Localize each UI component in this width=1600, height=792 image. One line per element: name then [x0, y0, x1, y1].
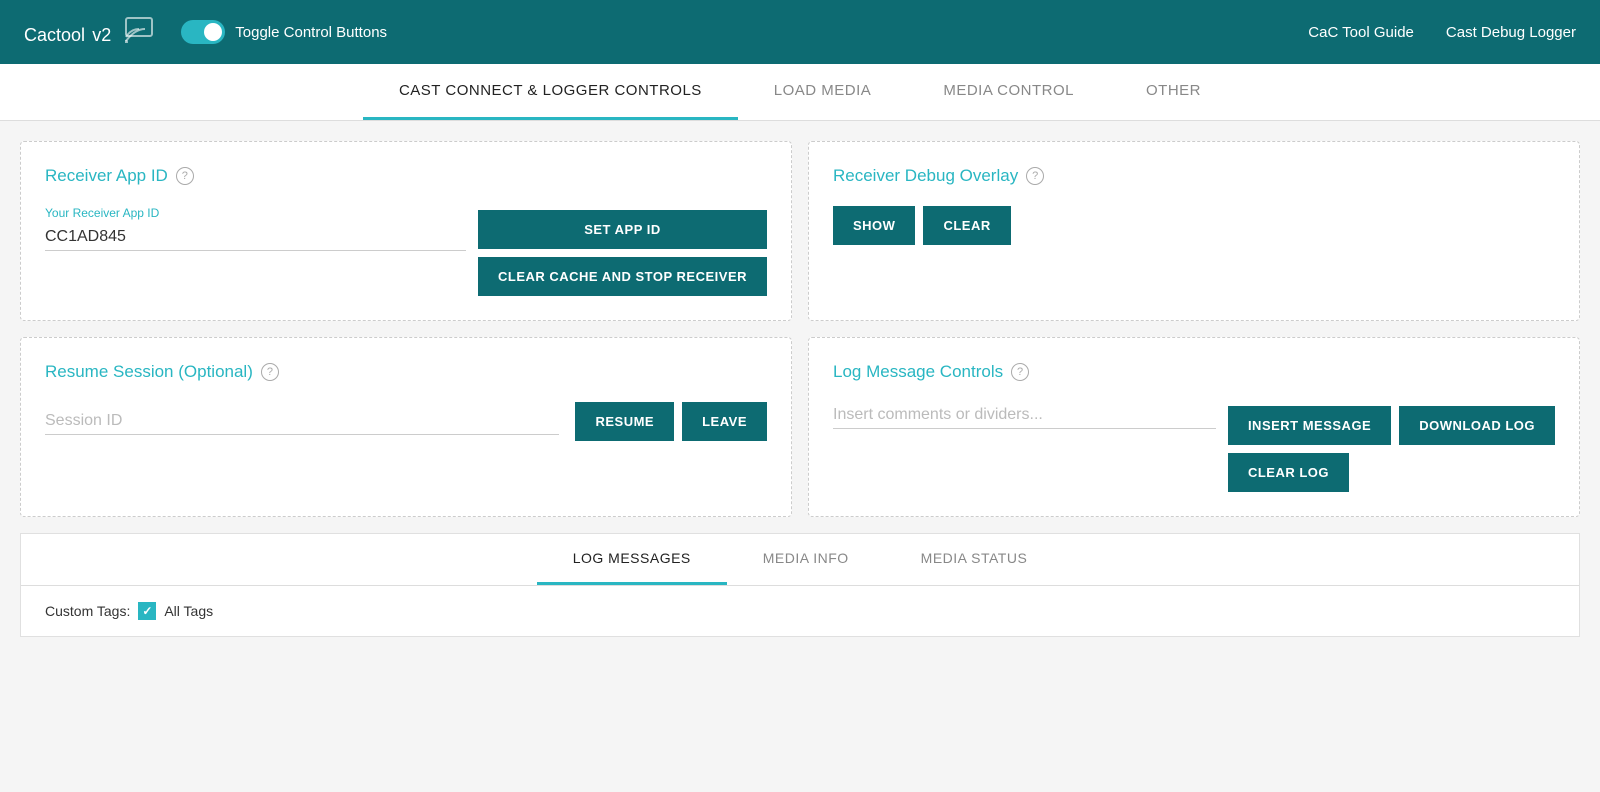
bottom-tabs: LOG MESSAGES MEDIA INFO MEDIA STATUS	[21, 534, 1579, 586]
resume-session-body: RESUME LEAVE	[45, 402, 767, 441]
header-right: CaC Tool Guide Cast Debug Logger	[1308, 24, 1576, 41]
receiver-app-id-card: Receiver App ID ? Your Receiver App ID S…	[20, 141, 792, 321]
bottom-content: Custom Tags: All Tags	[21, 586, 1579, 636]
resume-session-card: Resume Session (Optional) ? RESUME LEAVE	[20, 337, 792, 517]
clear-cache-stop-receiver-button[interactable]: CLEAR CACHE AND STOP RECEIVER	[478, 257, 767, 296]
receiver-debug-card: Receiver Debug Overlay ? SHOW CLEAR	[808, 141, 1580, 321]
session-id-input-group	[45, 408, 559, 435]
nav-tabs: CAST CONNECT & LOGGER CONTROLS LOAD MEDI…	[0, 64, 1600, 121]
header-left: Cactool v2 Toggle Control Buttons	[24, 15, 387, 50]
receiver-app-id-help-icon[interactable]: ?	[176, 167, 194, 185]
receiver-debug-help-icon[interactable]: ?	[1026, 167, 1044, 185]
show-button[interactable]: SHOW	[833, 206, 915, 245]
receiver-debug-btn-row: SHOW CLEAR	[833, 206, 1555, 245]
receiver-app-id-title: Receiver App ID ?	[45, 166, 767, 186]
clear-log-button[interactable]: CLEAR LOG	[1228, 453, 1349, 492]
log-btn-row-top: INSERT MESSAGE DOWNLOAD LOG	[1228, 406, 1555, 445]
log-comment-input-group	[833, 402, 1216, 429]
toggle-label: Toggle Control Buttons	[235, 24, 387, 41]
all-tags-checkbox[interactable]	[138, 602, 156, 620]
receiver-app-id-input[interactable]	[45, 224, 466, 251]
custom-tags-label: Custom Tags:	[45, 603, 130, 619]
tab-media-control[interactable]: MEDIA CONTROL	[907, 64, 1110, 120]
receiver-app-id-input-group: Your Receiver App ID	[45, 206, 466, 251]
receiver-app-id-input-label: Your Receiver App ID	[45, 206, 466, 220]
download-log-button[interactable]: DOWNLOAD LOG	[1399, 406, 1555, 445]
toggle-control-buttons[interactable]	[181, 20, 225, 44]
receiver-app-id-body: Your Receiver App ID SET APP ID CLEAR CA…	[45, 206, 767, 296]
tab-log-messages[interactable]: LOG MESSAGES	[537, 534, 727, 585]
log-comment-input[interactable]	[833, 402, 1216, 429]
main-content: Receiver App ID ? Your Receiver App ID S…	[0, 121, 1600, 657]
app-header: Cactool v2 Toggle Control Buttons CaC To…	[0, 0, 1600, 64]
cards-grid: Receiver App ID ? Your Receiver App ID S…	[20, 141, 1580, 517]
tab-media-status[interactable]: MEDIA STATUS	[885, 534, 1064, 585]
session-btn-row: RESUME LEAVE	[575, 402, 767, 441]
toggle-area: Toggle Control Buttons	[181, 20, 387, 44]
log-btn-group: INSERT MESSAGE DOWNLOAD LOG CLEAR LOG	[1228, 406, 1555, 492]
session-id-input[interactable]	[45, 408, 559, 435]
tab-media-info[interactable]: MEDIA INFO	[727, 534, 885, 585]
tab-cast-connect[interactable]: CAST CONNECT & LOGGER CONTROLS	[363, 64, 738, 120]
leave-button[interactable]: LEAVE	[682, 402, 767, 441]
clear-debug-button[interactable]: CLEAR	[923, 206, 1010, 245]
log-message-controls-help-icon[interactable]: ?	[1011, 363, 1029, 381]
cast-debug-logger-link[interactable]: Cast Debug Logger	[1446, 24, 1576, 41]
log-message-controls-title: Log Message Controls ?	[833, 362, 1555, 382]
resume-button[interactable]: RESUME	[575, 402, 674, 441]
insert-message-button[interactable]: INSERT MESSAGE	[1228, 406, 1391, 445]
cac-tool-guide-link[interactable]: CaC Tool Guide	[1308, 24, 1414, 41]
receiver-debug-title: Receiver Debug Overlay ?	[833, 166, 1555, 186]
app-logo: Cactool v2	[24, 17, 111, 48]
set-app-id-button[interactable]: SET APP ID	[478, 210, 767, 249]
log-message-controls-card: Log Message Controls ? INSERT MESSAGE DO…	[808, 337, 1580, 517]
resume-session-help-icon[interactable]: ?	[261, 363, 279, 381]
resume-session-title: Resume Session (Optional) ?	[45, 362, 767, 382]
tab-load-media[interactable]: LOAD MEDIA	[738, 64, 908, 120]
all-tags-label: All Tags	[164, 603, 213, 619]
bottom-section: LOG MESSAGES MEDIA INFO MEDIA STATUS Cus…	[20, 533, 1580, 637]
log-controls-body: INSERT MESSAGE DOWNLOAD LOG CLEAR LOG	[833, 402, 1555, 492]
cast-icon	[125, 15, 157, 50]
custom-tags-row: Custom Tags: All Tags	[45, 602, 1555, 620]
receiver-app-id-btn-group: SET APP ID CLEAR CACHE AND STOP RECEIVER	[478, 210, 767, 296]
tab-other[interactable]: OTHER	[1110, 64, 1237, 120]
